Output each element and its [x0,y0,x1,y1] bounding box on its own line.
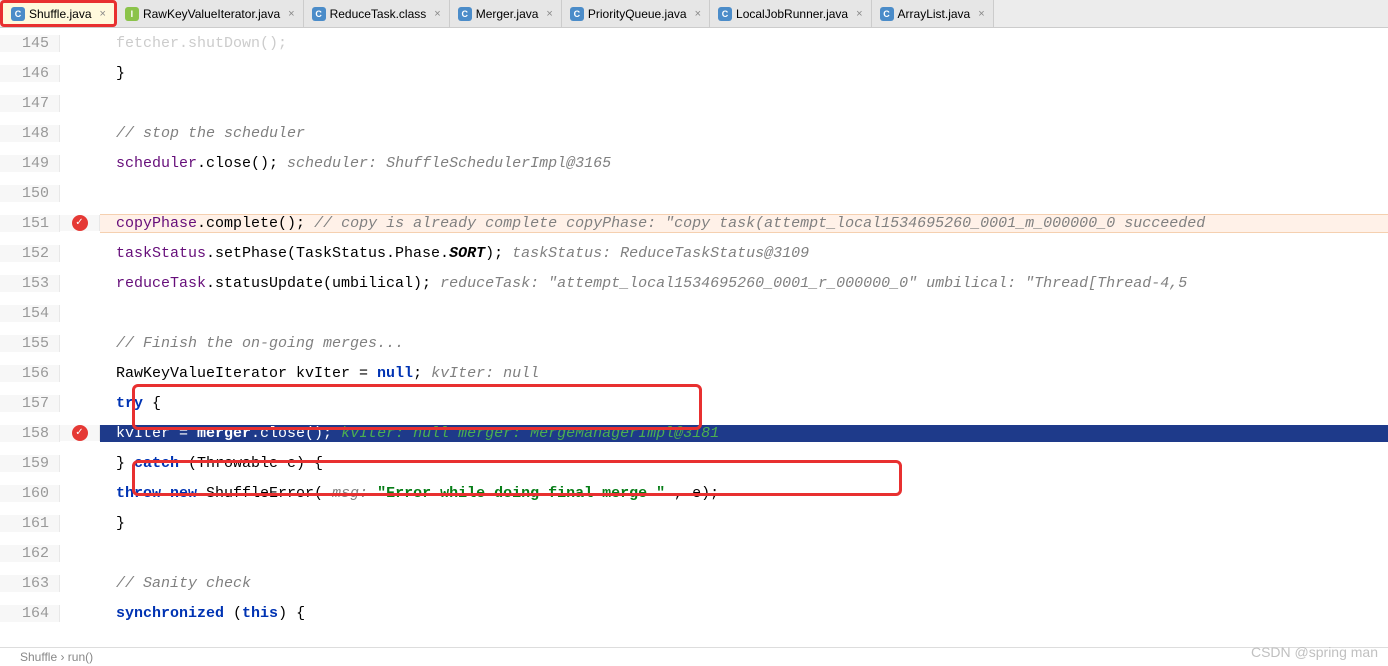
line-number: 164 [0,605,60,622]
close-icon[interactable]: × [546,8,552,20]
java-class-icon: C [312,7,326,21]
tab-label: PriorityQueue.java [588,7,687,21]
close-icon[interactable]: × [100,8,106,20]
close-icon[interactable]: × [978,8,984,20]
code-line[interactable]: RawKeyValueIterator kvIter = null; kvIte… [100,365,1388,382]
line-number: 158 [0,425,60,442]
breakpoint-icon [72,425,88,441]
line-number: 162 [0,545,60,562]
line-number: 146 [0,65,60,82]
line-number: 159 [0,455,60,472]
editor-tabs: C Shuffle.java × I RawKeyValueIterator.j… [0,0,1388,28]
code-line[interactable]: scheduler.close(); scheduler: ShuffleSch… [100,155,1388,172]
java-class-icon: C [570,7,584,21]
breakpoint-gutter[interactable] [60,215,100,231]
line-number: 148 [0,125,60,142]
java-class-icon: C [718,7,732,21]
code-line[interactable]: // stop the scheduler [100,125,1388,142]
code-line[interactable]: taskStatus.setPhase(TaskStatus.Phase.SOR… [100,245,1388,262]
line-number: 156 [0,365,60,382]
tab-label: LocalJobRunner.java [736,7,848,21]
line-number: 161 [0,515,60,532]
line-number: 151 [0,215,60,232]
tab-label: Shuffle.java [29,7,92,21]
breakpoint-gutter[interactable] [60,425,100,441]
breakpoint-icon [72,215,88,231]
code-line[interactable]: try { [100,395,1388,412]
close-icon[interactable]: × [288,8,294,20]
watermark: CSDN @spring man [1251,644,1378,660]
line-number: 147 [0,95,60,112]
tab-arraylist[interactable]: C ArrayList.java × [872,0,994,27]
line-number: 153 [0,275,60,292]
tab-reducetask[interactable]: C ReduceTask.class × [304,0,450,27]
line-number: 149 [0,155,60,172]
code-line[interactable]: throw new ShuffleError( msg: "Error whil… [100,485,1388,502]
breadcrumb[interactable]: Shuffle › run() [0,647,1388,666]
code-line[interactable]: copyPhase.complete(); // copy is already… [100,214,1388,233]
java-interface-icon: I [125,7,139,21]
line-number: 157 [0,395,60,412]
line-number: 150 [0,185,60,202]
tab-rawkeyvalueiterator[interactable]: I RawKeyValueIterator.java × [117,0,304,27]
line-number: 160 [0,485,60,502]
java-class-icon: C [458,7,472,21]
tab-label: RawKeyValueIterator.java [143,7,280,21]
close-icon[interactable]: × [856,8,862,20]
code-line[interactable]: } catch (Throwable e) { [100,455,1388,472]
close-icon[interactable]: × [695,8,701,20]
code-line[interactable]: // Finish the on-going merges... [100,335,1388,352]
tab-priorityqueue[interactable]: C PriorityQueue.java × [562,0,710,27]
code-line[interactable]: synchronized (this) { [100,605,1388,622]
tab-label: ArrayList.java [898,7,971,21]
line-number: 155 [0,335,60,352]
tab-label: Merger.java [476,7,539,21]
code-editor[interactable]: 145 fetcher.shutDown(); 146 } 147 148 //… [0,28,1388,647]
code-line[interactable]: } [100,65,1388,82]
java-class-icon: C [880,7,894,21]
code-line[interactable]: fetcher.shutDown(); [100,35,1388,52]
line-number: 163 [0,575,60,592]
java-class-icon: C [11,7,25,21]
tab-localjobrunner[interactable]: C LocalJobRunner.java × [710,0,872,27]
tab-shuffle[interactable]: C Shuffle.java × [0,0,117,27]
line-number: 154 [0,305,60,322]
code-line-current[interactable]: kvIter = merger.close(); kvIter: null me… [100,425,1388,442]
tab-label: ReduceTask.class [330,7,427,21]
line-number: 152 [0,245,60,262]
close-icon[interactable]: × [434,8,440,20]
code-line[interactable]: } [100,515,1388,532]
code-line[interactable]: // Sanity check [100,575,1388,592]
line-number: 145 [0,35,60,52]
code-line[interactable]: reduceTask.statusUpdate(umbilical); redu… [100,275,1388,292]
tab-merger[interactable]: C Merger.java × [450,0,562,27]
